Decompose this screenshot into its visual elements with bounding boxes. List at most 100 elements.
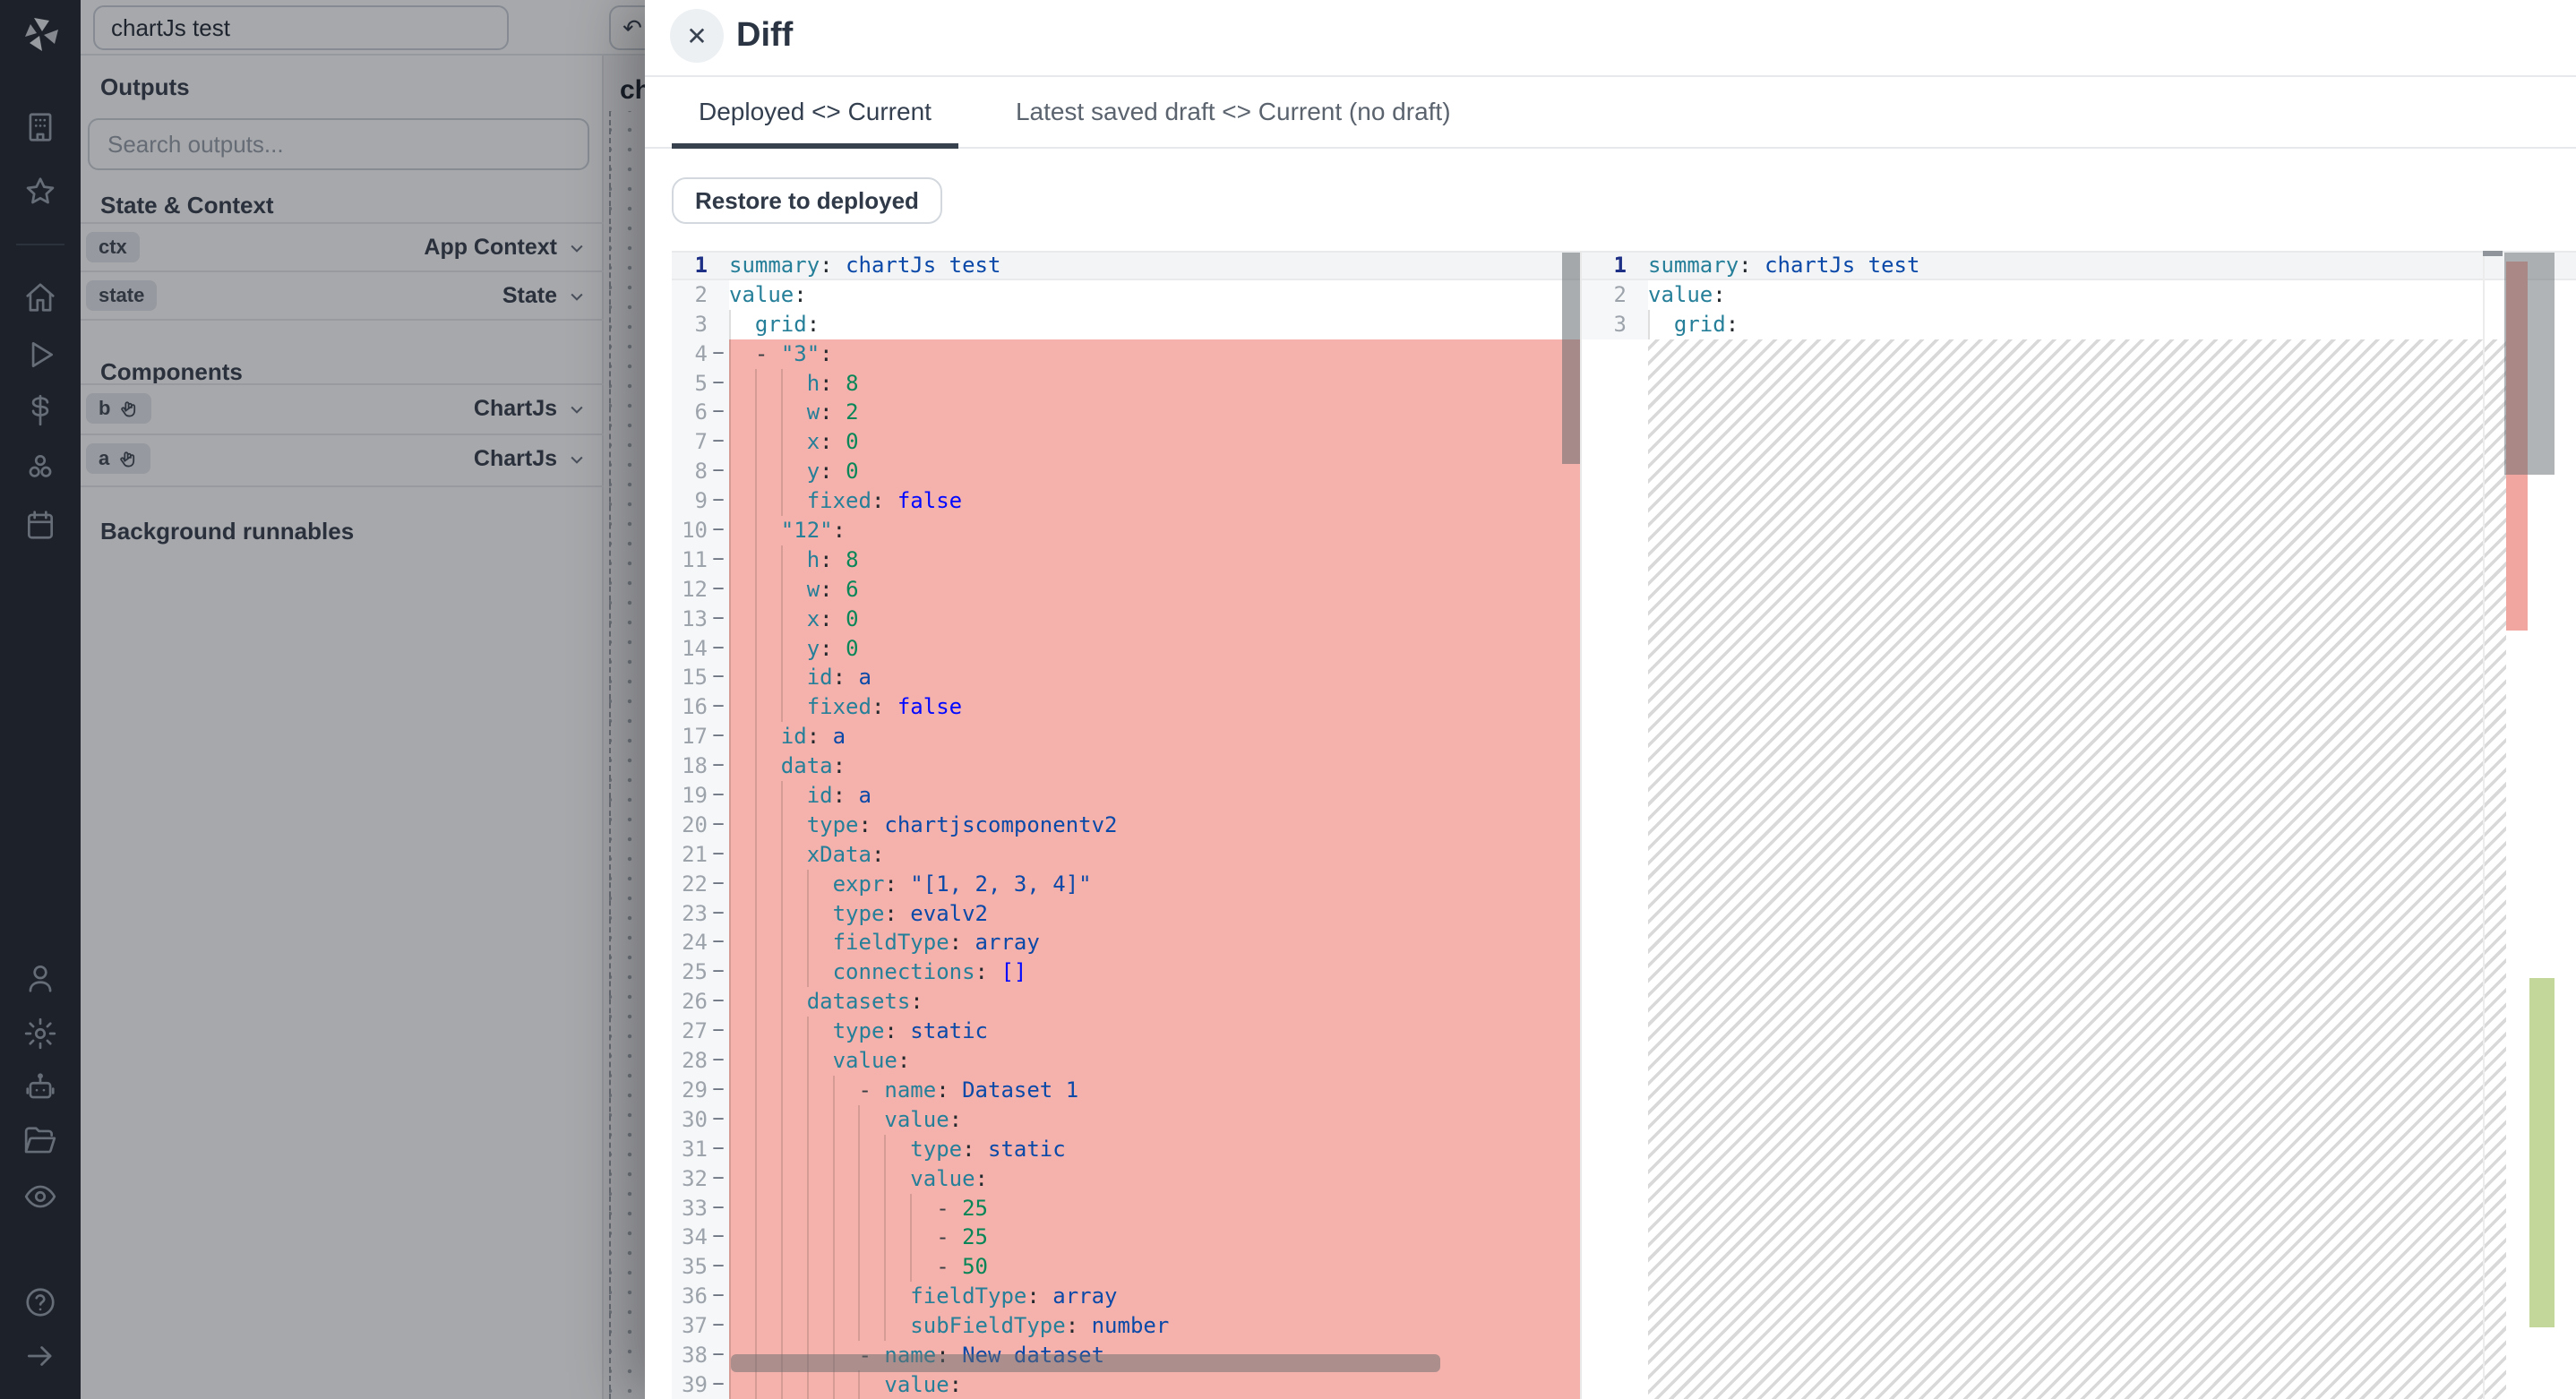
deleted-line-marker: − [708, 1017, 729, 1046]
code-line: 23− type: evalv2 [672, 899, 1580, 929]
code-line: 27− type: static [672, 1017, 1580, 1046]
line-number: 36 [672, 1282, 708, 1311]
deleted-line-marker: − [708, 634, 729, 664]
deleted-line-marker: − [708, 1105, 729, 1135]
code-line: 18− data: [672, 751, 1580, 781]
line-number: 31 [672, 1135, 708, 1164]
code-line: 29− - name: Dataset 1 [672, 1076, 1580, 1105]
deleted-line-marker: − [708, 957, 729, 987]
code-line: 1summary: chartJs test [672, 251, 1580, 280]
tab-deployed-current[interactable]: Deployed <> Current [672, 77, 958, 147]
code-line: 31− type: static [672, 1135, 1580, 1164]
line-number: 2 [672, 280, 708, 310]
diff-editor-current[interactable]: 1summary: chartJs test2value:3 grid: [1582, 251, 2576, 1399]
deleted-line-marker: − [708, 605, 729, 634]
deleted-line-marker [1627, 310, 1648, 339]
code-line: 33− - 25 [672, 1194, 1580, 1223]
deleted-line-marker: − [708, 457, 729, 486]
code-line: 39− value: [672, 1370, 1580, 1399]
tab-draft-current[interactable]: Latest saved draft <> Current (no draft) [989, 77, 1478, 147]
code-line: 11− h: 8 [672, 545, 1580, 575]
deleted-line-marker: − [708, 545, 729, 575]
code-line: 24− fieldType: array [672, 928, 1580, 957]
diff-tabs: Deployed <> Current Latest saved draft <… [645, 77, 2576, 149]
line-number: 16 [672, 692, 708, 722]
code-line: 8− y: 0 [672, 457, 1580, 486]
code-line: 2value: [1582, 280, 2576, 310]
code-line: 3 grid: [1582, 310, 2576, 339]
left-editor-vertical-scrollbar[interactable] [1562, 253, 1582, 464]
restore-to-deployed-button[interactable]: Restore to deployed [672, 177, 942, 224]
line-number: 8 [672, 457, 708, 486]
line-number: 35 [672, 1252, 708, 1282]
right-editor-vertical-scrollbar[interactable] [2504, 253, 2555, 475]
line-number: 9 [672, 486, 708, 516]
code-line: 19− id: a [672, 781, 1580, 811]
line-number: 30 [672, 1105, 708, 1135]
code-line: 22− expr: "[1, 2, 3, 4]" [672, 870, 1580, 899]
right-editor-scrollbar-separator [2483, 251, 2485, 1399]
code-line: 6− w: 2 [672, 398, 1580, 427]
deleted-line-marker: − [708, 781, 729, 811]
line-number: 3 [672, 310, 708, 339]
code-line: 20− type: chartjscomponentv2 [672, 811, 1580, 840]
diff-editor-deployed[interactable]: 1summary: chartJs test2value:3 grid:4− -… [672, 251, 1582, 1399]
code-line: 1summary: chartJs test [1582, 251, 2576, 280]
deleted-line-marker: − [708, 1194, 729, 1223]
deleted-line-marker: − [708, 1046, 729, 1076]
line-number: 28 [672, 1046, 708, 1076]
line-number: 21 [672, 840, 708, 870]
deleted-line-marker [708, 280, 729, 310]
deleted-line-marker: − [708, 751, 729, 781]
code-line: 10− "12": [672, 516, 1580, 545]
line-number: 6 [672, 398, 708, 427]
code-line: 12− w: 6 [672, 575, 1580, 605]
deleted-line-marker: − [708, 575, 729, 605]
deleted-line-marker: − [708, 722, 729, 751]
line-number: 3 [1582, 310, 1627, 339]
line-number: 37 [672, 1311, 708, 1341]
code-line: 37− subFieldType: number [672, 1311, 1580, 1341]
code-line: 36− fieldType: array [672, 1282, 1580, 1311]
code-line: 28− value: [672, 1046, 1580, 1076]
diff-modal-title: Diff [736, 16, 793, 55]
left-editor-horizontal-scrollbar[interactable] [731, 1354, 1440, 1372]
code-line: 26− datasets: [672, 987, 1580, 1017]
close-icon[interactable]: ✕ [670, 9, 724, 63]
code-line: 9− fixed: false [672, 486, 1580, 516]
code-line: 4− - "3": [672, 339, 1580, 369]
line-number: 25 [672, 957, 708, 987]
deleted-line-marker [708, 251, 729, 280]
deleted-line-marker: − [708, 1135, 729, 1164]
code-line: 30− value: [672, 1105, 1580, 1135]
deleted-line-marker: − [708, 1076, 729, 1105]
line-number: 24 [672, 928, 708, 957]
line-number: 11 [672, 545, 708, 575]
app-root: ↶ Outputs State & Context ctx App Contex… [0, 0, 2576, 1399]
code-line: 7− x: 0 [672, 427, 1580, 457]
overview-ruler-added-marker [2529, 978, 2555, 1327]
code-line: 16− fixed: false [672, 692, 1580, 722]
deleted-line-marker: − [708, 928, 729, 957]
line-number: 27 [672, 1017, 708, 1046]
line-number: 4 [672, 339, 708, 369]
line-number: 23 [672, 899, 708, 929]
deleted-line-marker: − [708, 1341, 729, 1370]
line-number: 13 [672, 605, 708, 634]
deleted-line-marker: − [708, 899, 729, 929]
line-number: 12 [672, 575, 708, 605]
line-number: 33 [672, 1194, 708, 1223]
line-number: 10 [672, 516, 708, 545]
deleted-line-marker: − [708, 339, 729, 369]
removed-region-hatch [1648, 339, 2506, 1399]
diff-modal-header: ✕ Diff [645, 0, 2576, 77]
line-number: 7 [672, 427, 708, 457]
line-number: 15 [672, 663, 708, 692]
line-number: 1 [672, 251, 708, 280]
code-line: 2value: [672, 280, 1580, 310]
line-number: 20 [672, 811, 708, 840]
deleted-line-marker: − [708, 1370, 729, 1399]
code-line: 15− id: a [672, 663, 1580, 692]
line-number: 38 [672, 1341, 708, 1370]
deleted-line-marker: − [708, 1252, 729, 1282]
